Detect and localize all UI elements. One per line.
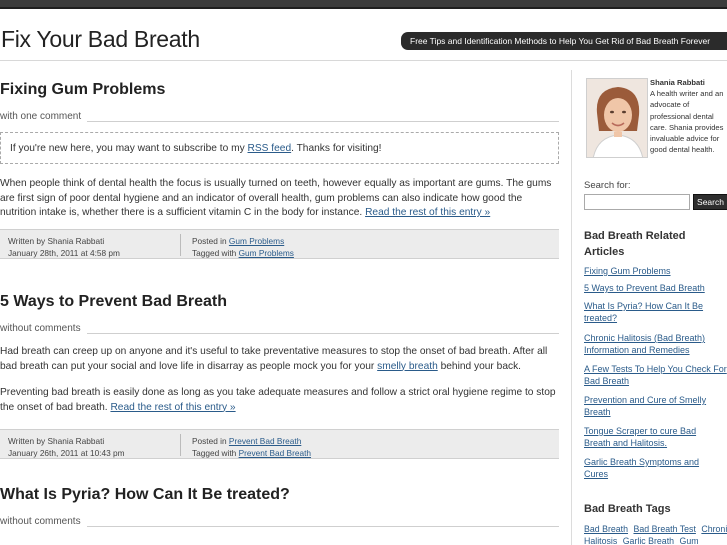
related-link[interactable]: Chronic Halitosis (Bad Breath) Informati… [584,332,727,356]
read-more-link[interactable]: Read the rest of this entry » [110,402,235,413]
related-link[interactable]: Fixing Gum Problems [584,265,727,277]
rss-notice-before: If you're new here, you may want to subs… [10,143,248,154]
posted-in-label: Posted in [192,235,229,246]
category-link[interactable]: Prevent Bad Breath [229,436,301,446]
read-more-link[interactable]: Read the rest of this entry » [365,207,490,218]
search-label: Search for: [584,180,631,191]
post-author: Written by Shania Rabbati [8,235,105,246]
meta-separator [180,434,181,456]
post-comment-count[interactable]: without comments [0,511,559,527]
author-avatar [586,78,648,158]
related-link[interactable]: Garlic Breath Symptoms and Cures [584,456,712,480]
related-link[interactable]: Prevention and Cure of Smelly Breath [584,394,722,418]
post-excerpt-2: Preventing bad breath is easily done as … [0,386,559,415]
header-divider [0,60,727,61]
post-date: January 28th, 2011 at 4:58 pm [8,247,120,258]
site-title[interactable]: Fix Your Bad Breath [1,26,200,53]
post-comment-count[interactable]: without comments [0,318,559,334]
tag-link[interactable]: Prevent Bad Breath [239,448,311,458]
search-button[interactable]: Search [693,194,727,210]
post-meta: Written by Shania Rabbati January 28th, … [0,228,559,259]
tag-link[interactable]: Garlic Breath [623,536,674,545]
post-author: Written by Shania Rabbati [8,436,105,446]
post-title[interactable]: What Is Pyria? How Can It Be treated? [0,486,559,506]
post-comment-count[interactable]: with one comment [0,106,559,122]
meta-separator [180,233,181,256]
author-bio: Shania Rabbati A health writer and an ad… [650,77,726,155]
site-tagline: Free Tips and Identification Methods to … [401,32,727,50]
rss-feed-link[interactable]: RSS feed [248,143,292,154]
posted-in-label: Posted in [192,436,229,446]
author-description: A health writer and an advocate of profe… [650,89,724,155]
tags-heading: Bad Breath Tags [584,503,671,515]
top-bar [0,0,727,9]
post-5-ways-prevent-bad-breath: 5 Ways to Prevent Bad Breath without com… [0,293,559,459]
post-meta: Written by Shania Rabbati January 26th, … [0,429,559,459]
sidebar: Shania Rabbati A health writer and an ad… [571,70,727,545]
tag-link[interactable]: Bad Breath [584,524,628,534]
tag-cloud: Bad Breath Bad Breath Test Chronic Halit… [584,523,727,545]
related-link[interactable]: A Few Tests To Help You Check For Bad Br… [584,363,727,387]
post-excerpt-text: Preventing bad breath is easily done as … [0,387,556,413]
post-excerpt-after: behind your back. [437,360,522,372]
related-articles-heading: Bad Breath Related Articles [584,230,686,258]
author-name: Shania Rabbati [650,78,705,87]
tag-link[interactable]: Gum Problems [239,248,294,258]
post-excerpt: When people think of dental health the f… [0,177,559,221]
category-link[interactable]: Gum Problems [229,236,284,246]
smelly-breath-link[interactable]: smelly breath [377,361,438,372]
post-excerpt: Had breath can creep up on anyone and it… [0,345,559,374]
rss-notice-after: . Thanks for visiting! [291,143,382,154]
tag-link[interactable]: Gum [680,536,699,545]
post-date: January 26th, 2011 at 10:43 pm [8,448,125,458]
post-title[interactable]: 5 Ways to Prevent Bad Breath [0,293,559,313]
post-title[interactable]: Fixing Gum Problems [0,81,559,101]
related-link[interactable]: Tongue Scraper to cure Bad Breath and Ha… [584,425,712,449]
tagged-label: Tagged with [192,448,239,458]
search-input[interactable] [584,194,690,210]
related-link[interactable]: What Is Pyria? How Can It Be treated? [584,300,714,324]
related-link[interactable]: 5 Ways to Prevent Bad Breath [584,282,727,294]
post-what-is-pyria: What Is Pyria? How Can It Be treated? wi… [0,486,559,527]
rss-notice: If you're new here, you may want to subs… [0,132,559,164]
post-fixing-gum-problems: Fixing Gum Problems with one comment If … [0,81,559,259]
tagged-label: Tagged with [192,247,239,258]
tag-link[interactable]: Bad Breath Test [633,524,695,534]
